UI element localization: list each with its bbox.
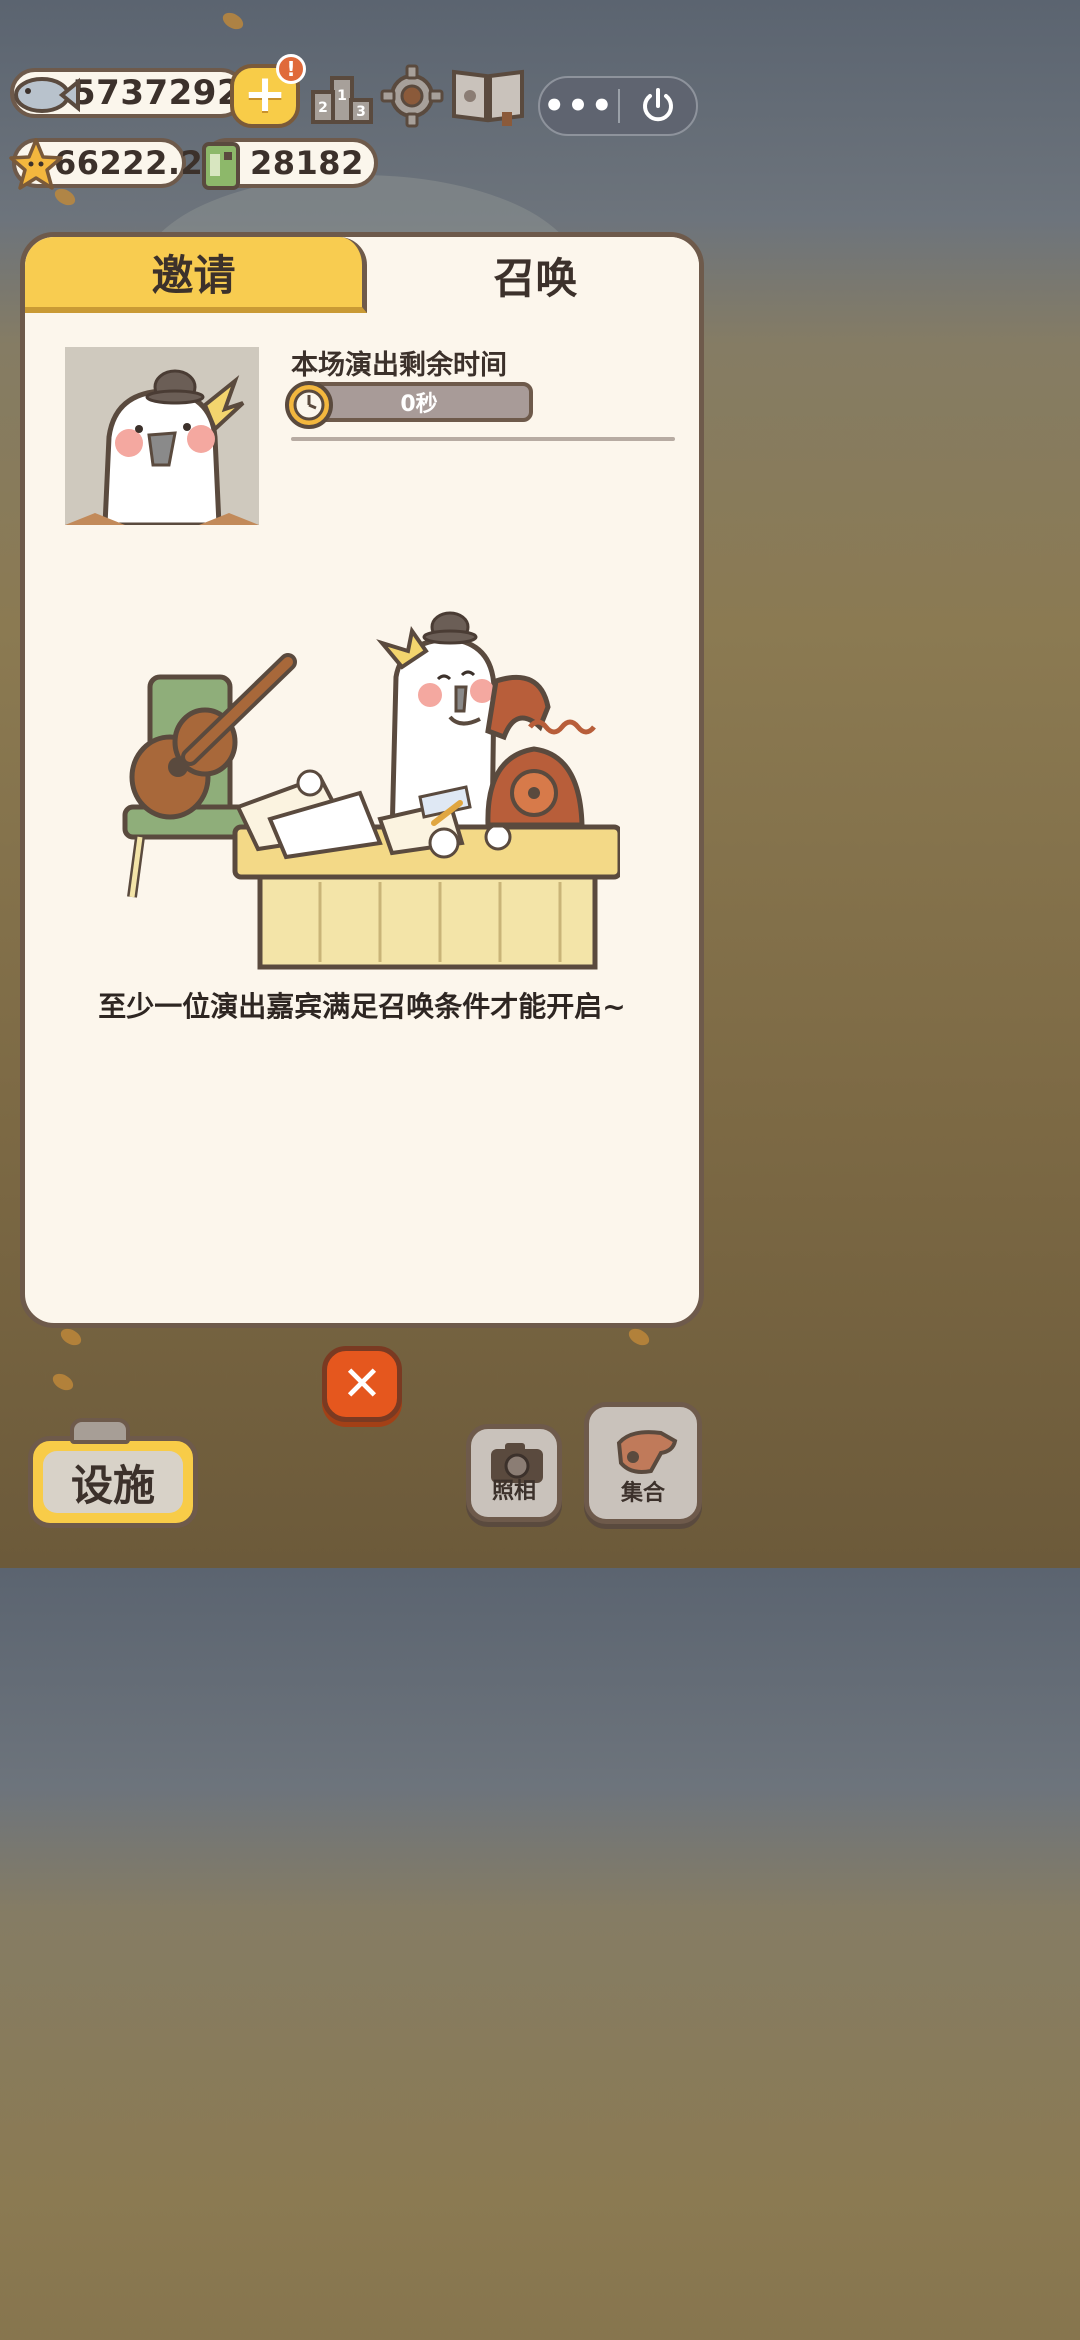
tab-summon[interactable]: 召唤 <box>367 237 699 313</box>
cockatoo-portrait-image <box>65 369 259 525</box>
clipboard-clip-icon <box>70 1418 130 1444</box>
star-icon <box>9 138 63 190</box>
album-book-icon[interactable] <box>448 64 528 126</box>
tab-summon-label: 召唤 <box>493 253 578 303</box>
tab-invite[interactable]: 邀请 <box>25 237 367 313</box>
photo-label: 照相 <box>491 1479 536 1504</box>
falling-leaf <box>57 1325 85 1349</box>
alert-badge: ! <box>276 54 306 84</box>
facility-button[interactable]: 设施 <box>28 1436 198 1528</box>
can-icon <box>202 142 240 190</box>
gear-icon[interactable] <box>380 64 444 128</box>
star-currency-pill: 66222.2 <box>9 138 203 190</box>
gather-button[interactable]: 集合 <box>584 1402 702 1524</box>
mini-program-capsule: ••• <box>538 76 698 136</box>
falling-leaf <box>625 1325 653 1349</box>
remaining-time-bar: 0秒 <box>305 382 533 422</box>
power-icon <box>643 88 673 122</box>
gather-label: 集合 <box>620 1481 665 1506</box>
can-currency-pill: 28182 <box>202 138 378 190</box>
falling-leaf <box>49 1370 77 1394</box>
can-count: 28182 <box>250 144 364 182</box>
summon-panel: 邀请 召唤 本场演出剩余时间 0秒 至少一位演出嘉宾满足召唤条件才能开启~ <box>20 232 704 1328</box>
close-button[interactable]: ✕ <box>322 1346 402 1422</box>
photo-button[interactable]: 照相 <box>466 1424 562 1522</box>
cockatoo-on-phone-illustration <box>122 611 620 970</box>
svg-text:1: 1 <box>337 88 347 104</box>
falling-leaf <box>219 9 247 33</box>
tab-invite-label: 邀请 <box>151 250 236 300</box>
fish-icon <box>14 77 80 113</box>
fish-count: 5737292 <box>72 73 242 113</box>
stopwatch-icon <box>285 381 333 429</box>
star-count: 66222.2 <box>54 144 204 182</box>
svg-text:2: 2 <box>318 100 328 116</box>
svg-text:3: 3 <box>356 104 366 120</box>
leaderboard-icon[interactable]: 1 2 3 <box>310 72 374 126</box>
power-button[interactable] <box>620 86 696 126</box>
remaining-time-value: 0秒 <box>400 392 438 417</box>
whistle-icon <box>616 1430 678 1474</box>
facility-label: 设施 <box>43 1451 183 1513</box>
more-menu-button[interactable]: ••• <box>540 89 618 123</box>
summon-condition-hint: 至少一位演出嘉宾满足召唤条件才能开启~ <box>98 990 626 1023</box>
guest-portrait <box>65 347 259 525</box>
panel-divider <box>291 437 675 441</box>
close-icon: ✕ <box>341 1356 383 1412</box>
fish-currency-pill: 5737292 <box>10 68 246 118</box>
